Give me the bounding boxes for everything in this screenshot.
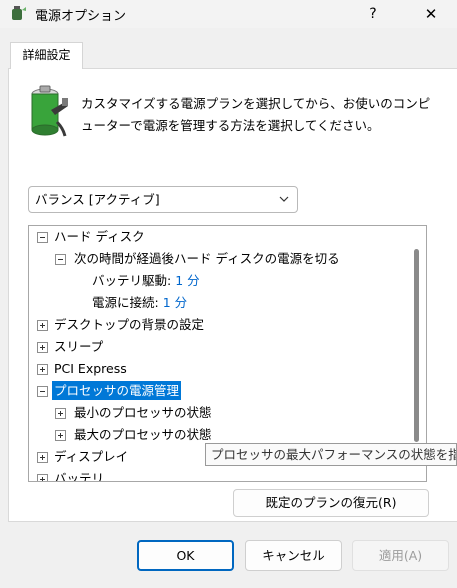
setting-label: バッテリ駆動: (92, 273, 172, 288)
expand-icon[interactable] (37, 364, 48, 375)
battery-icon (31, 85, 68, 137)
expand-icon[interactable] (37, 452, 48, 463)
power-plan-dropdown[interactable]: バランス [アクティブ] (28, 186, 298, 213)
tab-advanced-settings[interactable]: 詳細設定 (10, 42, 83, 69)
expand-icon[interactable] (55, 430, 66, 441)
ok-button[interactable]: OK (137, 540, 234, 571)
cancel-button[interactable]: キャンセル (245, 540, 342, 571)
tree-item-label: 最大のプロセッサの状態 (74, 427, 212, 442)
restore-defaults-button[interactable]: 既定のプランの復元(R) (233, 489, 429, 517)
tree-item-min-processor[interactable]: 最小のプロセッサの状態 (55, 403, 212, 423)
setting-value-link[interactable]: 1 分 (163, 295, 187, 310)
tooltip: プロセッサの最大パフォーマンスの状態を指定 (205, 443, 457, 466)
tree-item-battery[interactable]: バッテリ (37, 469, 105, 482)
collapse-icon[interactable] (55, 254, 66, 265)
title-bar: 電源オプション ? ✕ (0, 0, 457, 28)
expand-icon[interactable] (55, 408, 66, 419)
tree-item-label: バッテリ (54, 471, 105, 482)
window-title: 電源オプション (35, 9, 127, 24)
setting-value-link[interactable]: 1 分 (175, 273, 199, 288)
collapse-icon[interactable] (37, 386, 48, 397)
tree-item-display[interactable]: ディスプレイ (37, 447, 128, 467)
tree-item-label: ディスプレイ (54, 449, 129, 464)
tree-item-label: デスクトップの背景の設定 (54, 317, 205, 332)
power-plan-value: バランス [アクティブ] (35, 192, 160, 207)
expand-icon[interactable] (37, 342, 48, 353)
tree-item-processor[interactable]: プロセッサの電源管理 (37, 381, 182, 401)
tree-item-max-processor[interactable]: 最大のプロセッサの状態 (55, 425, 212, 445)
expand-icon[interactable] (37, 474, 48, 481)
chevron-down-icon (279, 196, 289, 202)
collapse-icon[interactable] (37, 232, 48, 243)
tree-item-on-battery[interactable]: バッテリ駆動: 1 分 (92, 271, 200, 291)
help-button[interactable]: ? (355, 0, 391, 28)
tree-item-pci-express[interactable]: PCI Express (37, 359, 127, 379)
tree-item-turn-off-disk[interactable]: 次の時間が経過後ハード ディスクの電源を切る (55, 249, 340, 269)
tree-scrollbar-thumb[interactable] (414, 249, 419, 442)
tree-item-plugged-in[interactable]: 電源に接続: 1 分 (92, 293, 187, 313)
tree-item-hard-disk[interactable]: ハード ディスク (37, 227, 145, 247)
expand-icon[interactable] (37, 320, 48, 331)
instructions-text: カスタマイズする電源プランを選択してから、お使いのコンピューターで電源を管理する… (81, 96, 431, 133)
tree-item-desktop-bg[interactable]: デスクトップの背景の設定 (37, 315, 204, 335)
apply-button[interactable]: 適用(A) (352, 540, 449, 571)
setting-label: 電源に接続: (92, 295, 159, 310)
tree-item-label: 次の時間が経過後ハード ディスクの電源を切る (74, 251, 340, 266)
tree-item-label: PCI Express (54, 361, 127, 376)
tree-item-label: スリープ (54, 339, 104, 354)
tree-item-label: ハード ディスク (54, 229, 145, 244)
tree-item-label: 最小のプロセッサの状態 (74, 405, 212, 420)
power-options-icon (12, 6, 26, 20)
tree-item-sleep[interactable]: スリープ (37, 337, 103, 357)
tree-item-label-selected: プロセッサの電源管理 (52, 381, 182, 400)
close-button[interactable]: ✕ (412, 0, 450, 28)
